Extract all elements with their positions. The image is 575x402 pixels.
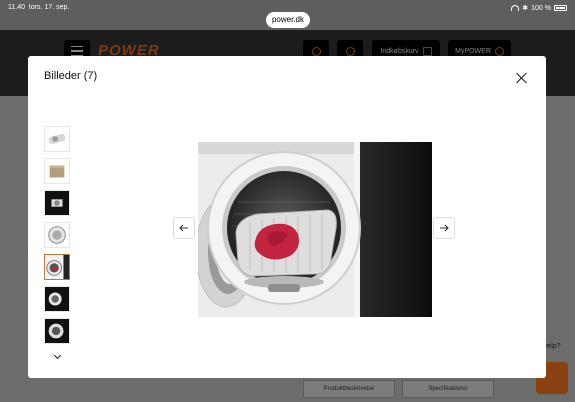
chat-icon (311, 46, 321, 56)
thumbnail-5-selected[interactable] (44, 254, 70, 280)
next-image-button[interactable] (433, 217, 455, 239)
thumbnail-3[interactable] (44, 190, 70, 216)
previous-image-button[interactable] (173, 217, 195, 239)
arrow-right-icon (440, 224, 449, 232)
location-pin-icon (345, 46, 355, 56)
address-bar[interactable]: power.dk (266, 12, 310, 28)
help-label: ælp? (545, 343, 561, 350)
modal-title: Billeder (7) (44, 70, 98, 82)
chevron-down-icon[interactable] (54, 353, 62, 361)
thumbnail-4[interactable] (44, 222, 70, 248)
status-indicators: ✱ 100 % (511, 4, 567, 12)
image-gallery-modal: Billeder (7) (28, 56, 546, 378)
wifi-icon (511, 5, 520, 11)
battery-icon (554, 5, 567, 11)
main-product-image (198, 142, 432, 317)
thumbnail-2[interactable] (44, 158, 70, 184)
thumbnail-7[interactable] (44, 318, 70, 344)
tab-product-description[interactable]: Produktbeskrivelse (303, 380, 395, 398)
status-time: 11.40 tors. 17. sep. (8, 4, 70, 11)
status-bar: 11.40 tors. 17. sep. ✱ 100 % power.dk (0, 0, 575, 30)
user-icon (494, 46, 504, 56)
tab-specifications[interactable]: Specifikationer (402, 380, 494, 398)
arrow-left-icon (179, 224, 188, 232)
close-button[interactable] (514, 70, 530, 86)
thumbnail-6[interactable] (44, 286, 70, 312)
bluetooth-icon: ✱ (522, 5, 529, 12)
battery-percent: 100 % (531, 4, 551, 12)
basket-icon (422, 46, 432, 56)
thumbnail-1[interactable] (44, 126, 70, 152)
